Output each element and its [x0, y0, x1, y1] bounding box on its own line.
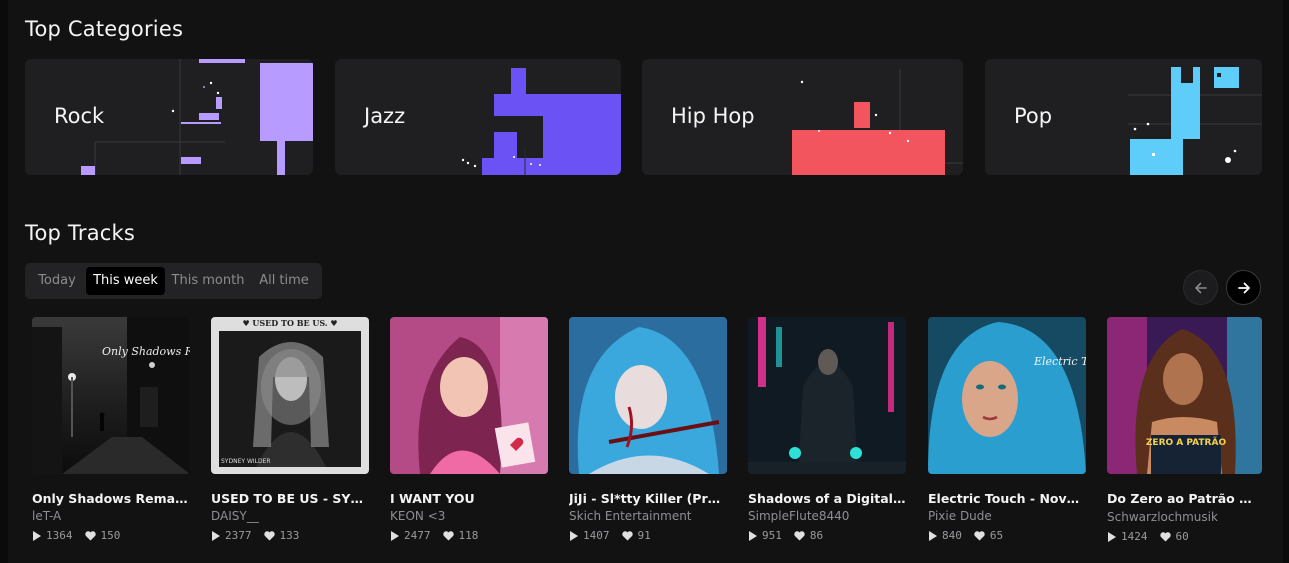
track-title[interactable]: Do Zero ao Patrão 🪽 (P...	[1107, 491, 1262, 507]
like-count: 86	[809, 529, 824, 542]
tab-all-time[interactable]: All time	[251, 267, 317, 295]
play-count: 951	[762, 529, 782, 542]
tracks-heading: Top Tracks	[25, 221, 136, 245]
category-card-jazz[interactable]: Jazz	[335, 59, 621, 175]
play-icon	[1108, 531, 1116, 542]
track-title[interactable]: Only Shadows Remain - J...	[32, 491, 190, 506]
track-title[interactable]: Shadows of a Digital Fro...	[748, 491, 906, 506]
track-card[interactable]: JiJi - Sl*tty Killer (Prod. ... Skich En…	[569, 317, 727, 542]
track-title[interactable]: JiJi - Sl*tty Killer (Prod. ...	[569, 491, 727, 506]
heart-icon	[263, 530, 275, 541]
track-card[interactable]: I WANT YOU KEON <3 2477 118	[390, 317, 548, 542]
track-card[interactable]: Electric Touch Electric Touch - Nova Lux…	[928, 317, 1086, 542]
play-count: 840	[942, 529, 962, 542]
arrow-right-icon	[1237, 282, 1250, 293]
track-cover: ♥ USED TO BE US. ♥ SYDNEY WILDER	[211, 317, 369, 474]
heart-icon	[621, 530, 633, 541]
heart-icon	[84, 530, 96, 541]
track-cover	[390, 317, 548, 474]
cover-caption: SYDNEY WILDER	[221, 458, 271, 465]
carousel-next-button[interactable]	[1226, 270, 1261, 305]
category-label: Hip Hop	[671, 104, 755, 128]
track-card[interactable]: ♥ USED TO BE US. ♥ SYDNEY WILDER USED TO…	[211, 317, 369, 542]
play-icon	[570, 530, 578, 541]
category-card-pop[interactable]: Pop	[985, 59, 1262, 175]
like-count: 65	[989, 529, 1004, 542]
track-artist[interactable]: SimpleFlute8440	[748, 509, 906, 523]
tab-this-week[interactable]: This week	[86, 267, 165, 295]
track-cover	[748, 317, 906, 474]
cover-text: ZERO A PATRÃO	[1146, 437, 1227, 448]
cover-text: Only Shadows Remain	[102, 345, 190, 358]
heart-icon	[1159, 531, 1171, 542]
track-card[interactable]: ZERO A PATRÃO Do Zero ao Patrão 🪽 (P... …	[1107, 317, 1262, 543]
track-cover: Only Shadows Remain	[32, 317, 190, 474]
track-title[interactable]: Electric Touch - Nova Luxe	[928, 491, 1086, 506]
cover-text: ♥ USED TO BE US. ♥	[242, 318, 337, 328]
track-artist[interactable]: leT-A	[32, 509, 190, 523]
like-count: 133	[279, 529, 300, 542]
track-cover: Electric Touch	[928, 317, 1086, 474]
time-filter-tabs: Today This week This month All time	[25, 263, 322, 299]
heart-icon	[974, 530, 985, 541]
arrow-left-icon	[1194, 282, 1207, 293]
play-icon	[391, 530, 399, 541]
track-artist[interactable]: Skich Entertainment	[569, 509, 727, 523]
track-card[interactable]: Shadows of a Digital Fro... SimpleFlute8…	[748, 317, 906, 542]
category-label: Jazz	[364, 104, 406, 128]
play-count: 2477	[404, 529, 431, 542]
track-card[interactable]: Only Shadows Remain Only Shadows Remain …	[32, 317, 190, 542]
like-count: 60	[1175, 530, 1189, 543]
heart-icon	[794, 530, 805, 541]
play-count: 2377	[225, 529, 252, 542]
play-icon	[212, 530, 220, 541]
like-count: 118	[458, 529, 479, 542]
heart-icon	[442, 530, 454, 541]
track-title[interactable]: USED TO BE US - SYDNE...	[211, 491, 369, 506]
category-label: Rock	[54, 104, 105, 128]
play-icon	[929, 530, 937, 541]
track-title[interactable]: I WANT YOU	[390, 491, 548, 506]
play-count: 1424	[1121, 530, 1148, 543]
category-label: Pop	[1014, 104, 1053, 128]
play-icon	[749, 530, 757, 541]
track-cover: ZERO A PATRÃO	[1107, 317, 1262, 474]
carousel-prev-button[interactable]	[1183, 270, 1218, 305]
like-count: 150	[100, 529, 121, 542]
tab-today[interactable]: Today	[31, 267, 83, 295]
play-count: 1364	[46, 529, 73, 542]
track-artist[interactable]: KEON <3	[390, 509, 548, 523]
cover-text: Electric Touch	[1033, 355, 1086, 368]
play-icon	[33, 530, 41, 541]
track-artist[interactable]: Pixie Dude	[928, 509, 1086, 523]
track-artist[interactable]: DAISY__	[211, 509, 369, 523]
track-artist[interactable]: Schwarzlochmusik	[1107, 510, 1262, 524]
track-cover	[569, 317, 727, 474]
category-card-hiphop[interactable]: Hip Hop	[642, 59, 963, 175]
tab-this-month[interactable]: This month	[169, 267, 247, 295]
category-card-rock[interactable]: Rock	[25, 59, 313, 175]
like-count: 91	[637, 529, 651, 542]
play-count: 1407	[583, 529, 610, 542]
categories-heading: Top Categories	[25, 17, 184, 41]
